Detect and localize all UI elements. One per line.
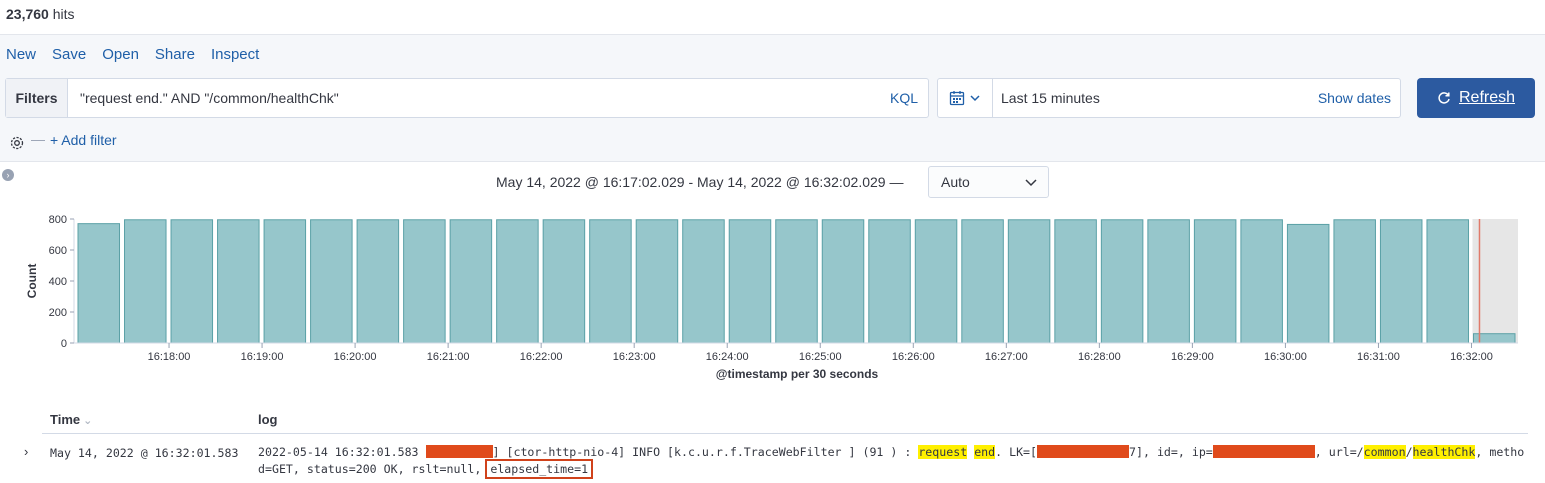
top-menu: New Save Open Share Inspect: [6, 46, 259, 63]
histogram-bar: [1193, 219, 1237, 344]
add-filter-button[interactable]: + Add filter: [50, 132, 117, 148]
refresh-label: Refresh: [1458, 89, 1516, 106]
histogram-bar: [1240, 219, 1283, 344]
histogram-bar: [821, 219, 865, 344]
new-button[interactable]: New: [6, 46, 36, 63]
histogram-bar: [868, 219, 911, 344]
histogram-bar: [775, 219, 818, 344]
table-header-divider: [42, 433, 1528, 434]
histogram-bar: [961, 219, 1004, 344]
histogram-bar: [914, 219, 958, 344]
time-column-header[interactable]: Time ⌄: [50, 412, 92, 427]
x-tick-label: 16:23:00: [613, 351, 656, 363]
histogram-bar: [1054, 219, 1097, 344]
highlight-request: request: [918, 445, 968, 459]
y-axis-title: Count: [25, 264, 39, 299]
histogram-bar: [542, 219, 586, 344]
interval-value: Auto: [941, 174, 970, 190]
calendar-icon: [949, 91, 965, 106]
x-tick-label: 16:28:00: [1078, 351, 1121, 363]
histogram-bar: [1007, 219, 1051, 344]
y-tick-label: 400: [49, 276, 67, 288]
save-button[interactable]: Save: [52, 46, 86, 63]
histogram-bar: [263, 219, 307, 344]
x-tick-label: 16:26:00: [892, 351, 935, 363]
row-time: May 14, 2022 @ 16:32:01.583: [50, 446, 239, 460]
collapse-sidebar-icon[interactable]: ›: [2, 169, 14, 181]
histogram-time-range: May 14, 2022 @ 16:17:02.029 - May 14, 20…: [496, 174, 904, 190]
query-bar: New Save Open Share Inspect Filters "req…: [0, 34, 1545, 162]
refresh-button[interactable]: Refresh: [1417, 78, 1535, 118]
y-tick-label: 0: [61, 338, 67, 350]
x-axis-title: @timestamp per 30 seconds: [716, 367, 879, 381]
chevron-down-icon: [970, 95, 980, 102]
histogram-bar: [1426, 219, 1469, 344]
y-tick-label: 200: [49, 307, 67, 319]
histogram-bar: [403, 219, 446, 344]
histogram-bar: [356, 219, 400, 344]
x-tick-label: 16:30:00: [1264, 351, 1307, 363]
x-tick-label: 16:31:00: [1357, 351, 1400, 363]
histogram-bar: [449, 219, 493, 344]
highlight-healthchk: healthChk: [1412, 445, 1476, 459]
gear-icon[interactable]: [8, 134, 26, 152]
x-tick-label: 16:24:00: [706, 351, 749, 363]
histogram-bar: [1379, 219, 1423, 344]
x-tick-label: 16:21:00: [427, 351, 470, 363]
redacted-block: [1212, 445, 1315, 458]
histogram-bar: [635, 219, 679, 344]
query-input-box: Filters "request end." AND "/common/heal…: [5, 78, 929, 118]
kql-toggle[interactable]: KQL: [890, 90, 918, 106]
histogram-chart: 0 200 400 600 800 16:18:00 16:19:00 16:20:00 16:…: [25, 214, 1518, 381]
share-button[interactable]: Share: [155, 46, 195, 63]
histogram-bar: [682, 219, 725, 344]
highlight-end: end: [974, 445, 996, 459]
highlight-common: common: [1363, 445, 1406, 459]
filters-label[interactable]: Filters: [6, 79, 68, 117]
redacted-block: [1037, 445, 1130, 458]
histogram-bar: [310, 219, 353, 344]
elapsed-time-box: elapsed_time=1: [485, 459, 594, 479]
query-input[interactable]: "request end." AND "/common/healthChk": [80, 90, 890, 106]
show-dates-link[interactable]: Show dates: [1318, 90, 1391, 106]
x-tick-label: 16:25:00: [799, 351, 842, 363]
histogram-bar: [217, 219, 260, 344]
histogram-bar: [77, 223, 121, 344]
y-tick-label: 800: [49, 214, 67, 226]
filter-divider: —: [31, 131, 45, 147]
sort-arrow-icon[interactable]: ⌄: [83, 415, 92, 427]
log-column-header[interactable]: log: [258, 412, 278, 427]
histogram-bar: [170, 219, 214, 344]
expand-row-icon[interactable]: ›: [24, 444, 28, 459]
y-tick-label: 600: [49, 245, 67, 257]
open-button[interactable]: Open: [102, 46, 139, 63]
x-tick-label: 16:20:00: [334, 351, 377, 363]
histogram-bar: [496, 219, 539, 344]
x-tick-label: 16:32:00: [1450, 351, 1493, 363]
x-tick-label: 16:18:00: [148, 351, 191, 363]
quick-menu-button[interactable]: [938, 79, 993, 117]
x-tick-label: 16:29:00: [1171, 351, 1214, 363]
hits-count: 23,760 hits: [6, 6, 75, 22]
histogram-bar: [1100, 219, 1144, 344]
histogram-bar: [589, 219, 632, 344]
redacted-block: [425, 445, 493, 458]
histogram-bar: [1147, 219, 1190, 344]
x-tick-label: 16:27:00: [985, 351, 1028, 363]
histogram-bar: [124, 219, 167, 344]
refresh-icon: [1438, 92, 1450, 104]
interval-select[interactable]: Auto: [928, 166, 1049, 198]
date-picker: Last 15 minutes Show dates: [937, 78, 1401, 118]
x-tick-label: 16:22:00: [520, 351, 563, 363]
histogram-bar: [728, 219, 772, 344]
x-tick-label: 16:19:00: [241, 351, 284, 363]
row-log: 2022-05-14 16:32:01.583 ] [ctor-http-nio…: [258, 445, 1525, 479]
inspect-button[interactable]: Inspect: [211, 46, 259, 63]
time-range-text[interactable]: Last 15 minutes: [1001, 90, 1318, 106]
histogram-bar: [1333, 219, 1376, 344]
histogram-bar: [1286, 223, 1330, 344]
chevron-down-icon: [1025, 179, 1037, 187]
